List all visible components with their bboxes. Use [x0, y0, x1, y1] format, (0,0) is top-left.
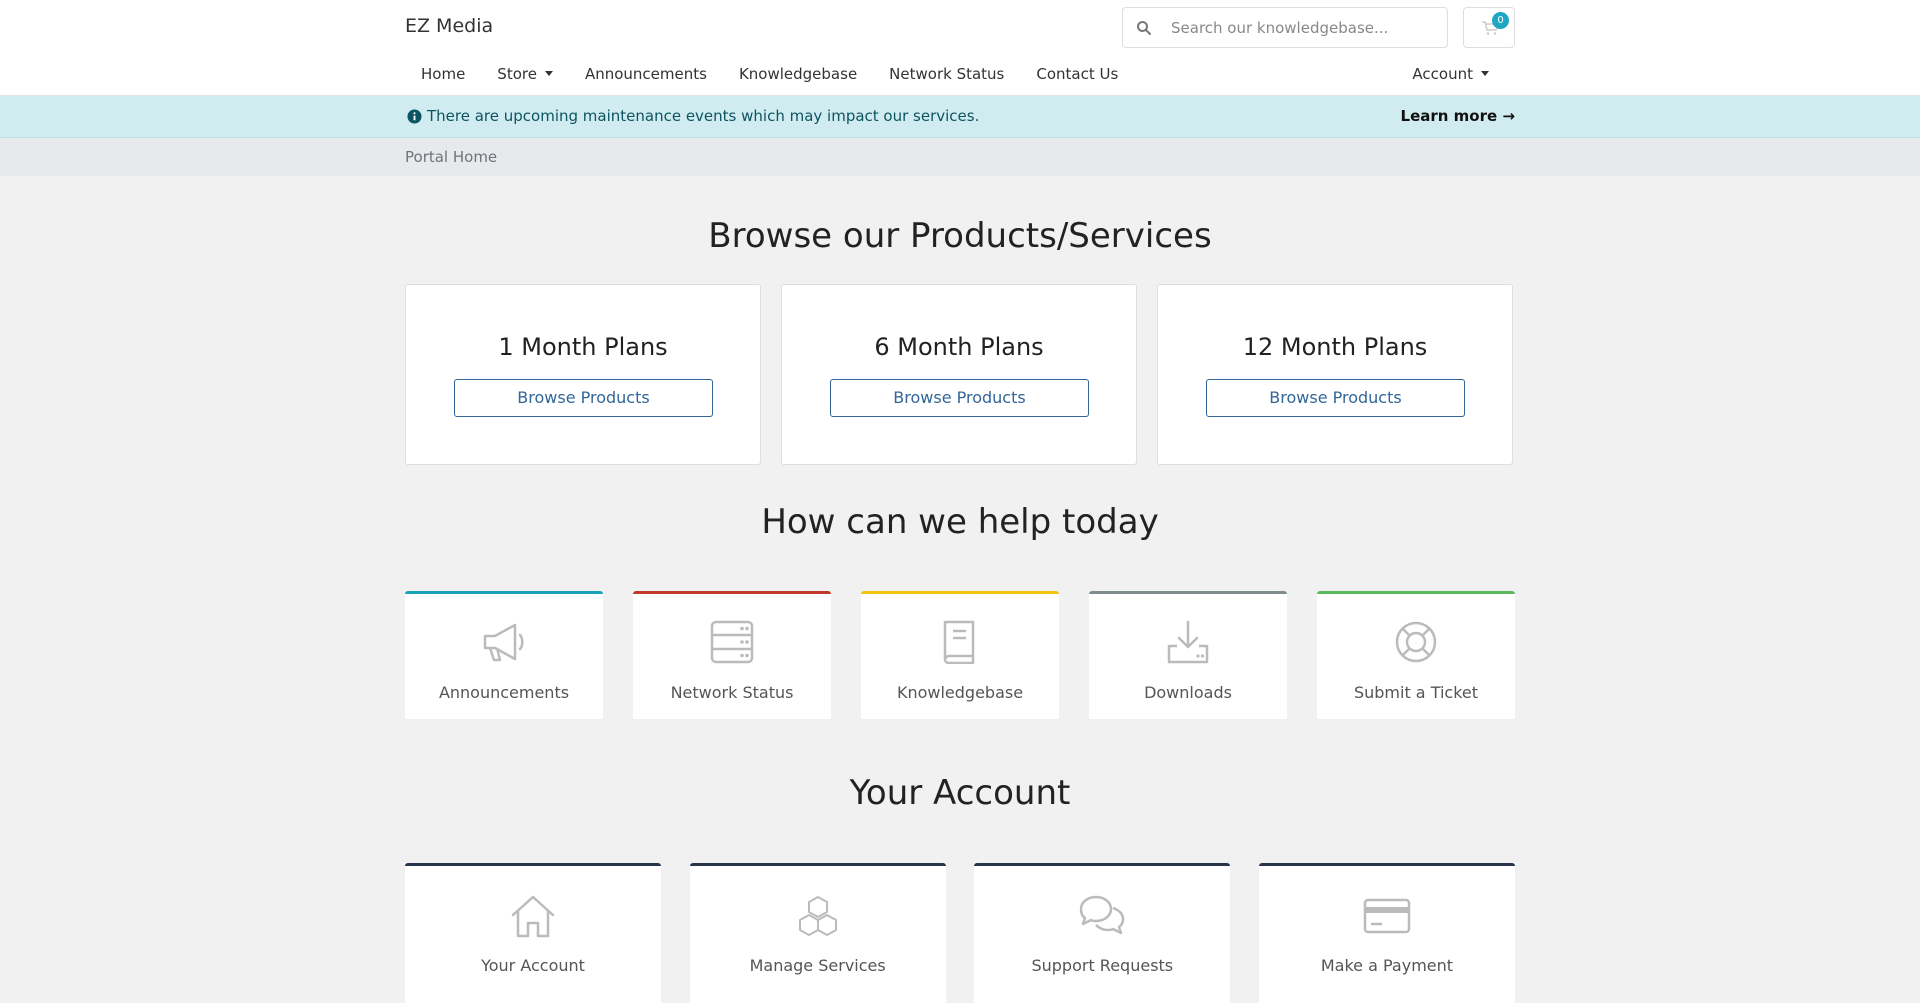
- account-card-label: Make a Payment: [1320, 956, 1454, 975]
- account-card-label: Your Account: [481, 956, 585, 975]
- account-card-support-requests[interactable]: Support Requests: [974, 863, 1231, 1003]
- help-row: Announcements Network Status Knowledgeba…: [405, 591, 1515, 719]
- megaphone-icon: [483, 623, 524, 662]
- browse-products-button[interactable]: Browse Products: [1206, 379, 1465, 417]
- plans-row: 1 Month Plans Browse Products 6 Month Pl…: [405, 284, 1515, 465]
- help-card-knowledgebase[interactable]: Knowledgebase: [861, 591, 1059, 719]
- comments-icon: [1080, 895, 1125, 935]
- account-card-make-payment[interactable]: Make a Payment: [1258, 863, 1515, 1003]
- home-icon: [511, 895, 555, 938]
- plan-title: 6 Month Plans: [874, 333, 1044, 361]
- account-card-your-account[interactable]: Your Account: [405, 863, 661, 1003]
- cubes-icon: [798, 896, 837, 936]
- help-card-label: Submit a Ticket: [1353, 683, 1479, 702]
- account-row: Your Account Manage Services Support Req…: [405, 863, 1515, 1003]
- browse-products-button[interactable]: Browse Products: [454, 379, 713, 417]
- account-card-label: Support Requests: [1031, 956, 1174, 975]
- account-heading: Your Account: [849, 773, 1071, 813]
- help-heading: How can we help today: [761, 502, 1159, 542]
- account-card-label: Manage Services: [749, 956, 886, 975]
- help-card-network-status[interactable]: Network Status: [633, 591, 831, 719]
- browse-products-button[interactable]: Browse Products: [830, 379, 1089, 417]
- help-card-label: Announcements: [438, 683, 570, 702]
- content-area: 1 Month Plans Browse Products 6 Month Pl…: [405, 0, 1515, 1003]
- help-card-label: Knowledgebase: [896, 683, 1024, 702]
- plan-title: 1 Month Plans: [498, 333, 668, 361]
- help-card-label: Network Status: [670, 683, 794, 702]
- download-icon: [1167, 620, 1209, 664]
- plan-card: 6 Month Plans Browse Products: [781, 284, 1137, 465]
- credit-card-icon: [1363, 898, 1411, 934]
- server-icon: [710, 620, 754, 664]
- account-card-manage-services[interactable]: Manage Services: [689, 863, 946, 1003]
- help-card-announcements[interactable]: Announcements: [405, 591, 603, 719]
- lifebuoy-icon: [1395, 621, 1437, 663]
- plan-title: 12 Month Plans: [1242, 333, 1428, 361]
- plan-card: 1 Month Plans Browse Products: [405, 284, 761, 465]
- help-card-downloads[interactable]: Downloads: [1089, 591, 1287, 719]
- plan-card: 12 Month Plans Browse Products: [1157, 284, 1513, 465]
- help-card-label: Downloads: [1144, 683, 1232, 702]
- help-card-submit-ticket[interactable]: Submit a Ticket: [1317, 591, 1515, 719]
- book-icon: [943, 620, 975, 664]
